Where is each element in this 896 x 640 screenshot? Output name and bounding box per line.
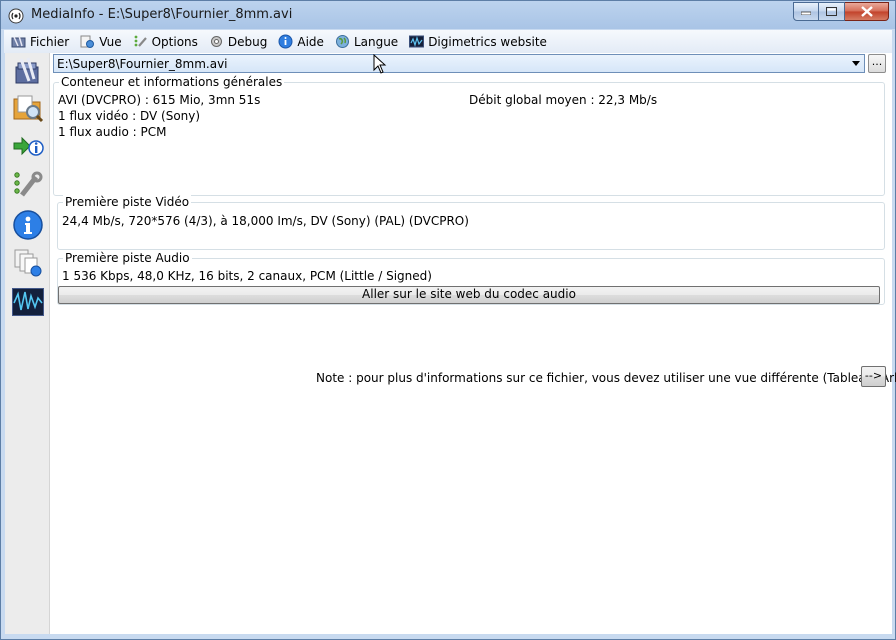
view-note: Note : pour plus d'informations sur ce f… bbox=[316, 371, 896, 385]
digimetrics-logo-icon bbox=[12, 288, 44, 316]
audio-track-info: 1 536 Kbps, 48,0 KHz, 16 bits, 2 canaux,… bbox=[62, 269, 432, 283]
window-title: MediaInfo - E:\Super8\Fournier_8mm.avi bbox=[31, 7, 293, 22]
mediainfo-window: MediaInfo - E:\Super8\Fournier_8mm.avi F… bbox=[0, 0, 896, 640]
mouse-cursor-icon bbox=[373, 54, 387, 74]
menu-options[interactable]: Options bbox=[133, 34, 198, 49]
preferences-icon bbox=[14, 171, 43, 197]
open-file-button[interactable] bbox=[11, 54, 45, 88]
open-file-icon bbox=[15, 57, 39, 84]
folder-icon bbox=[11, 35, 26, 48]
options-icon bbox=[134, 35, 147, 47]
info-icon bbox=[13, 210, 43, 240]
mediainfo-app-icon bbox=[8, 8, 24, 24]
menu-label: Debug bbox=[227, 34, 268, 49]
menu-aide[interactable]: Aide bbox=[278, 34, 324, 49]
minimize-button[interactable] bbox=[793, 2, 819, 21]
browse-button[interactable]: ... bbox=[868, 54, 886, 73]
digimetrics-icon bbox=[409, 35, 425, 48]
menu-debug[interactable]: Debug bbox=[209, 34, 267, 49]
export-button[interactable] bbox=[11, 129, 45, 163]
menu-label: Aide bbox=[297, 34, 324, 49]
menu-label: Fichier bbox=[30, 34, 70, 49]
audio-codec-website-button[interactable]: Aller sur le site web du codec audio bbox=[58, 286, 880, 304]
menu-vue[interactable]: Vue bbox=[80, 34, 122, 49]
menu-fichier[interactable]: Fichier bbox=[11, 34, 69, 49]
client-area: E:\Super8\Fournier_8mm.avi ... Conteneur… bbox=[5, 53, 896, 634]
general-bitrate: Débit global moyen : 22,3 Mb/s bbox=[469, 93, 658, 107]
minimize-icon bbox=[801, 11, 811, 15]
debug-icon bbox=[210, 36, 222, 47]
audio-track-title: Première piste Audio bbox=[63, 251, 192, 265]
menu-digimetrics[interactable]: Digimetrics website bbox=[409, 34, 547, 49]
preferences-button[interactable] bbox=[11, 168, 45, 202]
video-track-info: 24,4 Mb/s, 720*576 (4/3), à 18,000 Im/s,… bbox=[62, 214, 469, 228]
documents-icon bbox=[14, 249, 42, 277]
general-info-title: Conteneur et informations générales bbox=[59, 75, 285, 89]
about-button[interactable] bbox=[11, 208, 45, 242]
view-icon bbox=[80, 35, 95, 48]
open-folder-button[interactable] bbox=[11, 90, 45, 124]
maximize-button[interactable] bbox=[819, 2, 845, 21]
globe-icon bbox=[335, 35, 349, 48]
menu-label: Langue bbox=[353, 34, 399, 49]
close-button[interactable] bbox=[845, 2, 889, 21]
export-icon bbox=[13, 136, 44, 156]
menu-label: Vue bbox=[99, 34, 122, 49]
change-view-button[interactable]: --> bbox=[861, 366, 886, 387]
file-path: E:\Super8\Fournier_8mm.avi bbox=[57, 57, 228, 71]
caption-buttons bbox=[793, 2, 889, 22]
menu-label: Digimetrics website bbox=[428, 34, 547, 49]
chevron-down-icon[interactable] bbox=[852, 61, 860, 66]
file-selector[interactable]: E:\Super8\Fournier_8mm.avi bbox=[53, 54, 865, 73]
sheet-view-button[interactable] bbox=[11, 246, 45, 280]
menu-bar: Fichier Vue Options Debug Aide Langue Di… bbox=[4, 30, 892, 53]
title-bar[interactable]: MediaInfo - E:\Super8\Fournier_8mm.avi bbox=[1, 1, 895, 30]
general-audio-count: 1 flux audio : PCM bbox=[58, 125, 167, 139]
video-track-title: Première piste Vidéo bbox=[63, 195, 192, 209]
help-icon bbox=[278, 34, 293, 49]
general-video-count: 1 flux vidéo : DV (Sony) bbox=[58, 109, 201, 123]
menu-langue[interactable]: Langue bbox=[335, 34, 398, 49]
sidebar-toolbar bbox=[5, 53, 50, 634]
general-format-line: AVI (DVCPRO) : 615 Mio, 3mn 51s bbox=[58, 93, 261, 107]
close-icon bbox=[860, 6, 873, 17]
menu-label: Options bbox=[151, 34, 198, 49]
maximize-icon bbox=[826, 7, 837, 16]
open-folder-icon bbox=[13, 95, 44, 123]
digimetrics-button[interactable] bbox=[11, 285, 45, 319]
